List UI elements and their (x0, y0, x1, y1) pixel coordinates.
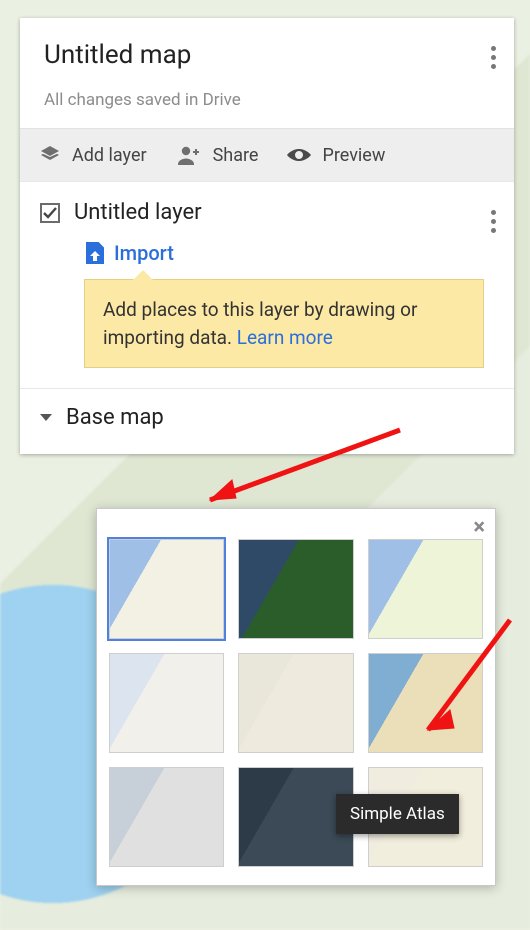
style-thumb-light-landmass[interactable] (109, 767, 224, 867)
layer-section: Untitled layer Import Add places to this… (20, 181, 514, 388)
preview-button[interactable]: Preview (286, 143, 385, 167)
panel-toolbar: Add layer Share Preview (20, 128, 514, 181)
import-button[interactable]: Import (86, 241, 494, 265)
style-thumb-satellite[interactable] (238, 539, 353, 639)
style-thumb-light-political[interactable] (109, 653, 224, 753)
layer-name[interactable]: Untitled layer (74, 200, 202, 225)
layer-tip: Add places to this layer by drawing or i… (84, 279, 484, 368)
layer-options-menu[interactable] (485, 204, 502, 239)
preview-label: Preview (322, 145, 385, 166)
person-add-icon (175, 143, 203, 167)
layer-header: Untitled layer (40, 200, 494, 225)
close-button[interactable]: × (473, 515, 485, 540)
panel-header: Untitled map All changes saved in Drive (20, 18, 514, 128)
style-thumb-dark-landmass[interactable] (238, 767, 353, 867)
eye-icon (286, 143, 312, 167)
layers-icon (38, 143, 62, 167)
basemap-label: Base map (66, 405, 164, 430)
map-title[interactable]: Untitled map (44, 40, 490, 70)
upload-file-icon (86, 242, 104, 264)
style-thumb-map[interactable] (109, 539, 224, 639)
add-layer-button[interactable]: Add layer (38, 143, 147, 167)
annotation-arrow-2 (410, 610, 520, 750)
add-layer-label: Add layer (72, 145, 147, 166)
learn-more-link[interactable]: Learn more (237, 326, 333, 349)
import-label: Import (114, 241, 174, 265)
style-thumb-mono-city[interactable] (238, 653, 353, 753)
caret-down-icon (40, 414, 52, 421)
layer-visibility-checkbox[interactable] (40, 203, 60, 223)
map-options-menu[interactable] (485, 40, 502, 75)
style-thumb-whitewater[interactable] (368, 767, 483, 867)
save-status: All changes saved in Drive (44, 90, 490, 110)
share-button[interactable]: Share (175, 143, 259, 167)
map-editor-panel: Untitled map All changes saved in Drive … (20, 18, 514, 454)
annotation-arrow-1 (190, 420, 410, 520)
share-label: Share (213, 145, 259, 166)
